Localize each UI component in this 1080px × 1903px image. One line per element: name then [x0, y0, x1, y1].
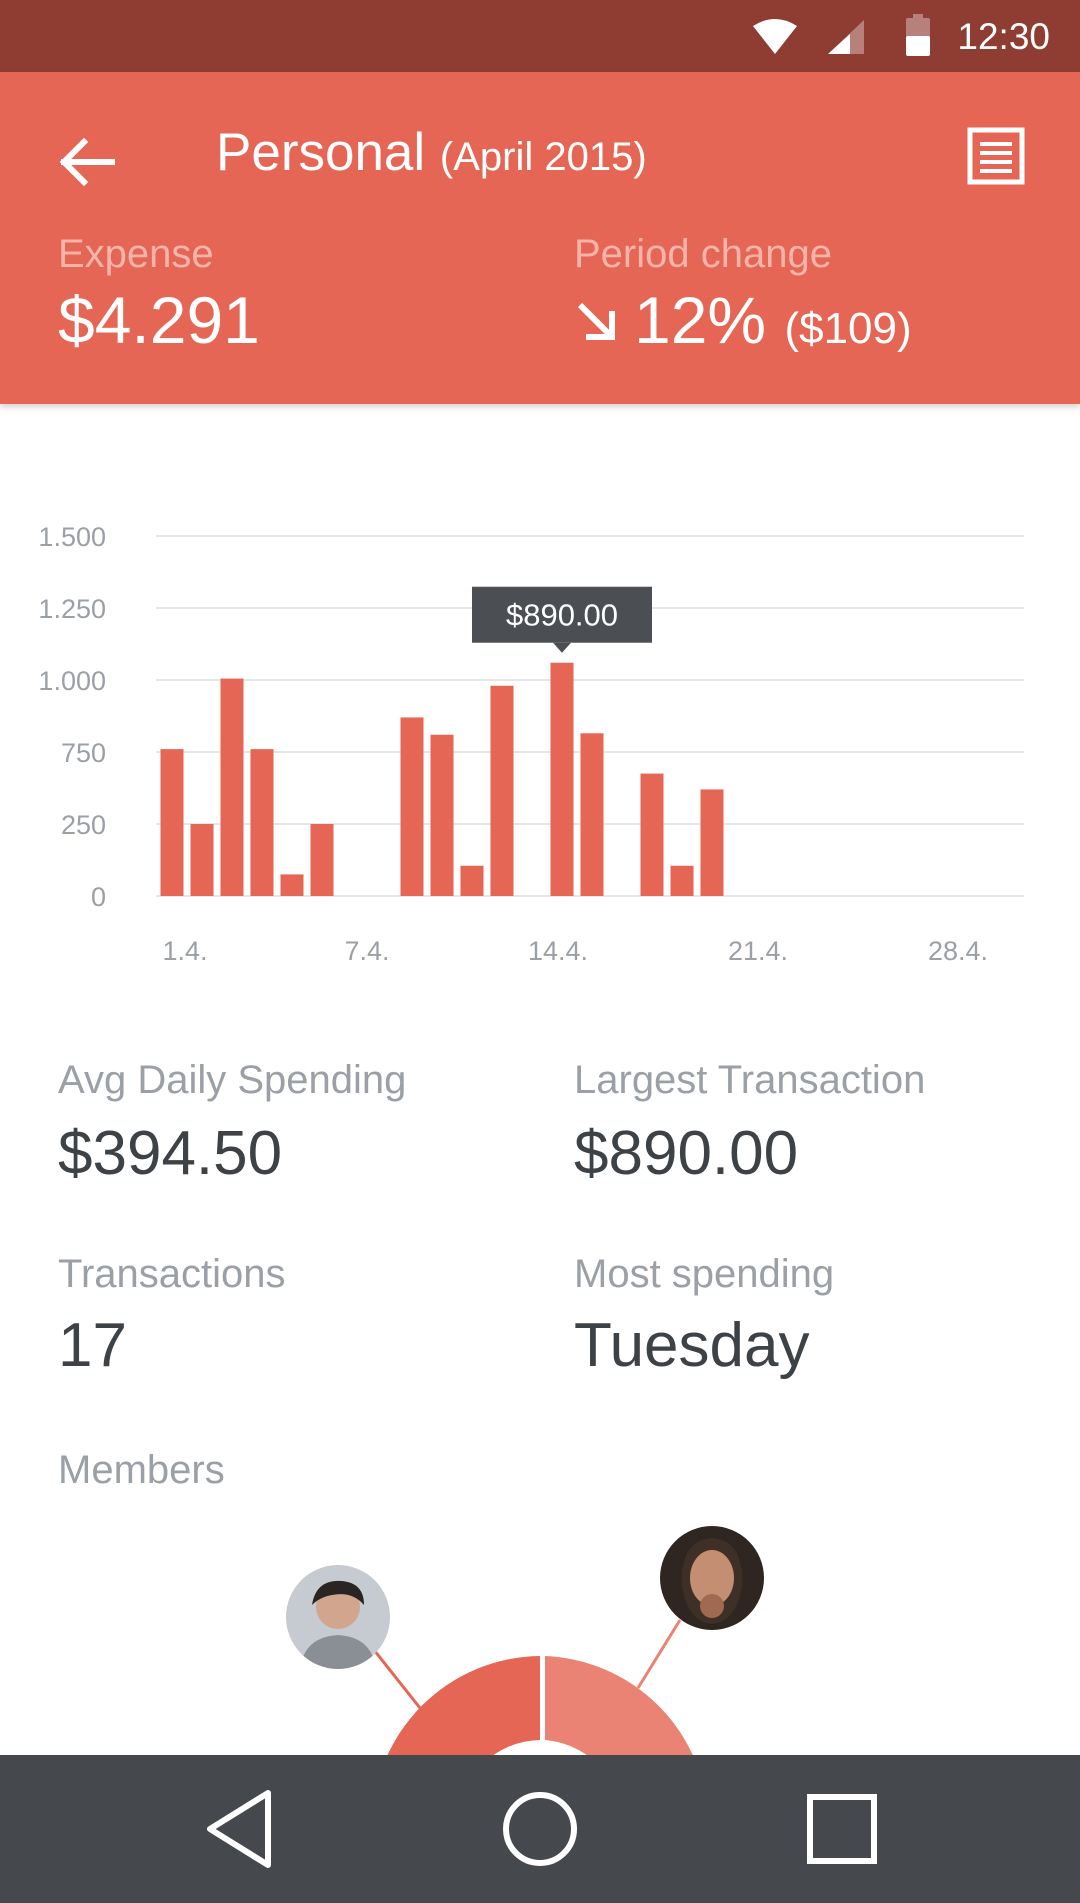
- expense-bar-chart: 0 250 750 1.000 1.250 1.500 1.4. 7.4. 14.4. 21.4.…: [38, 522, 1024, 966]
- expense-label: Expense: [58, 232, 214, 276]
- chart-tooltip-pointer: [553, 642, 571, 653]
- chart-bar: [400, 717, 424, 896]
- nav-home-icon[interactable]: [494, 1783, 586, 1875]
- donut-segment-member-1: [387, 1656, 540, 1755]
- avg-daily-label: Avg Daily Spending: [58, 1058, 407, 1102]
- wifi-icon: [753, 19, 797, 54]
- x-tick-label: 7.4.: [344, 936, 389, 966]
- most-spending-label: Most spending: [574, 1252, 835, 1296]
- y-tick-label: 1.250: [38, 594, 106, 624]
- chart-bar: [490, 685, 514, 896]
- chart-bar: [280, 874, 304, 896]
- page-title: Personal (April 2015): [216, 122, 647, 183]
- y-tick-label: 1.500: [38, 522, 106, 552]
- expense-value: $4.291: [58, 283, 260, 357]
- signal-icon: [828, 20, 864, 54]
- chart-bar: [670, 865, 694, 896]
- y-tick-label: 750: [61, 738, 106, 768]
- period-change-label: Period change: [574, 232, 832, 276]
- battery-icon: [906, 14, 930, 56]
- members-label: Members: [58, 1448, 225, 1492]
- member-connector-1: [372, 1649, 422, 1709]
- status-time: 12:30: [957, 16, 1050, 57]
- member-avatar-1[interactable]: [286, 1565, 390, 1669]
- nav-recents-icon[interactable]: [796, 1783, 888, 1875]
- chart-tooltip-label: $890.00: [506, 598, 618, 633]
- x-tick-label: 21.4.: [728, 936, 788, 966]
- chart-bar: [220, 678, 244, 896]
- title-text: Personal: [216, 123, 426, 182]
- trend-down-icon: [577, 302, 615, 340]
- status-bar: 12:30: [0, 0, 1080, 72]
- avatar-image: [286, 1565, 390, 1669]
- back-arrow-icon[interactable]: [54, 130, 118, 194]
- app-header: Personal (April 2015) Expense $4.291 Per…: [0, 72, 1080, 404]
- largest-transaction-value: $890.00: [574, 1119, 799, 1188]
- system-nav-bar: [0, 1755, 1080, 1903]
- chart-bar: [190, 824, 214, 896]
- avg-daily-value: $394.50: [58, 1119, 283, 1188]
- chart-bar: [250, 749, 274, 896]
- chart-bar: [580, 733, 604, 896]
- avatar-image: [660, 1526, 764, 1630]
- list-icon[interactable]: [966, 126, 1026, 186]
- largest-transaction-label: Largest Transaction: [574, 1058, 926, 1102]
- transactions-label: Transactions: [58, 1252, 286, 1296]
- x-tick-label: 28.4.: [928, 936, 988, 966]
- transactions-value: 17: [58, 1311, 127, 1380]
- member-connector-2: [636, 1619, 682, 1689]
- chart-bar: [160, 749, 184, 896]
- chart-bar: [430, 734, 454, 896]
- x-tick-label: 1.4.: [162, 936, 207, 966]
- donut-segment-member-2: [545, 1656, 693, 1755]
- period-change-value: 12% ($109): [574, 282, 912, 358]
- y-tick-label: 0: [91, 882, 106, 912]
- most-spending-value: Tuesday: [574, 1311, 810, 1380]
- chart-bar: [640, 773, 664, 896]
- members-donut-chart: [372, 1619, 693, 1755]
- chart-bar: [550, 662, 574, 896]
- chart-bar: [310, 824, 334, 896]
- period-amount: ($109): [784, 304, 912, 353]
- title-period: (April 2015): [439, 135, 647, 179]
- member-avatar-2[interactable]: [660, 1526, 764, 1630]
- chart-bar: [700, 789, 724, 896]
- y-tick-label: 1.000: [38, 666, 106, 696]
- x-tick-label: 14.4.: [528, 936, 588, 966]
- period-percent: 12%: [634, 283, 767, 357]
- nav-back-icon[interactable]: [194, 1783, 286, 1875]
- chart-bar: [460, 865, 484, 896]
- y-tick-label: 250: [61, 810, 106, 840]
